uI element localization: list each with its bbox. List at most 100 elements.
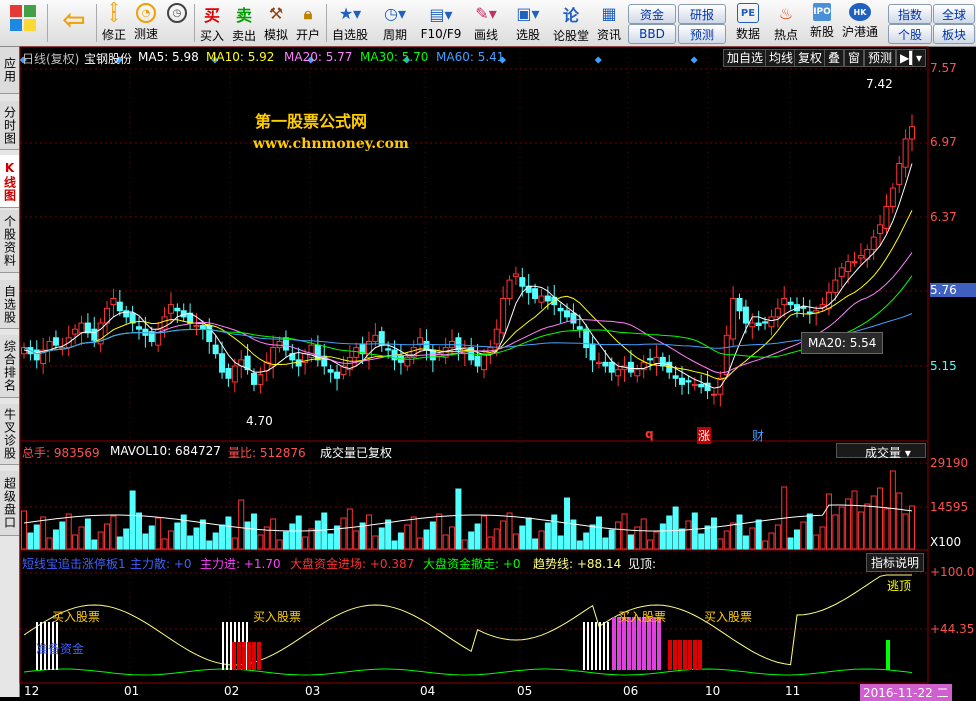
candle-body [595,361,602,365]
candle-body [257,374,264,385]
volume-bar [819,526,826,550]
candle-body [634,369,641,377]
trend-line-value: 趋势线: +88.14 [533,557,622,571]
volume-bar [672,506,679,550]
x-tick: 12 [24,684,40,698]
dropdown-icon[interactable]: ▾ [912,49,927,67]
candle-body [806,311,813,314]
candle-body [417,337,424,345]
volume-bar [225,516,232,550]
volume-bar [353,530,360,550]
market-capital-out: 大盘资金撤走: +0 [423,557,521,571]
volume-bar [698,533,705,550]
stock-name: 宝钢股份 [84,52,133,66]
volume-indicator-dropdown[interactable]: 成交量 ▾ [836,443,926,460]
volume-bar [480,515,487,550]
candle-body [710,393,717,396]
volume-bar [78,526,85,550]
volume-bar [391,540,398,550]
overlay-button[interactable]: 叠 [824,49,845,67]
candle-body [538,295,545,303]
candle-body [474,355,481,367]
volume-bar [589,524,596,550]
candle-body [883,205,890,230]
volume-bar [896,492,903,550]
ma-button[interactable]: 均线 [765,49,798,67]
indicator-tick: +44.35 [930,622,975,636]
window-button[interactable]: 窗 [844,49,865,67]
candle-body [570,312,577,324]
market-in-bar [237,642,241,670]
market-in-bar [683,640,687,670]
volume-bar [289,523,296,550]
candle-body [672,375,679,379]
volume-bar [551,514,558,550]
volume-bar [544,522,551,550]
event-marker-finance[interactable]: 财 [752,427,764,444]
candle-body [500,298,507,334]
volume-bar [755,519,762,550]
event-marker-q[interactable]: q [645,427,654,441]
volume-bar [602,537,609,550]
volume-bar [123,528,130,550]
x-tick: 02 [224,684,240,698]
market-in-bar [693,640,697,670]
forecast-chart-button[interactable]: 预测 [864,49,897,67]
candle-body [212,344,219,355]
candle-body [193,325,200,328]
volume-bar [800,521,807,550]
event-marker-limit-up[interactable]: 涨 [697,427,712,444]
main-force-out: 主力散: +0 [130,557,192,571]
volume-bar [704,525,711,550]
volume-bar [500,520,507,550]
candle-body [199,325,206,330]
volume-bar [167,530,174,550]
volume-bar [142,533,149,550]
add-watchlist-button[interactable]: 加自选 [723,49,768,67]
candle-body [589,343,596,361]
candle-body [493,328,500,345]
volume-bar [378,527,385,550]
candle-body [774,307,781,318]
candle-body [602,361,609,367]
candle-body [659,356,666,367]
volume-bar [525,517,532,550]
candle-body [52,337,59,346]
candle-body [110,298,117,306]
volume-bar [640,518,647,550]
x-tick: 04 [420,684,436,698]
candle-body [480,353,487,371]
volume-bar [199,519,206,550]
volume-bar [902,513,909,550]
adjust-button[interactable]: 复权 [794,49,827,67]
prepare-signal-bar [607,622,609,670]
indicator-help-button[interactable]: 指标说明 [866,553,925,572]
candle-body [749,322,756,328]
volume-bar [538,530,545,550]
volume-bar [340,517,347,550]
volume-bar [231,537,238,550]
buy-signal-label: 买入股票 [618,610,667,624]
volume-bar [730,522,737,550]
volume-bar [883,508,890,550]
volume-bar [825,493,832,550]
candle-body [378,331,385,346]
market-in-bar [252,642,256,670]
volume-bar [295,515,302,550]
event-diamond [594,56,602,64]
candle-body [730,298,737,340]
volume-bar [857,511,864,550]
prepare-signal-bar [222,622,224,670]
market-in-bar [247,642,251,670]
volume-bar [442,534,449,550]
volume-bar [666,515,673,550]
x-tick: 03 [305,684,321,698]
volume-bar [155,517,162,550]
candle-body [762,321,769,324]
volume-bar [436,513,443,550]
volume-bar [244,521,251,550]
candle-body [909,126,915,140]
candle-body [557,307,564,312]
volume-bar [161,538,168,550]
indicator-tick: +100.0 [930,565,975,579]
